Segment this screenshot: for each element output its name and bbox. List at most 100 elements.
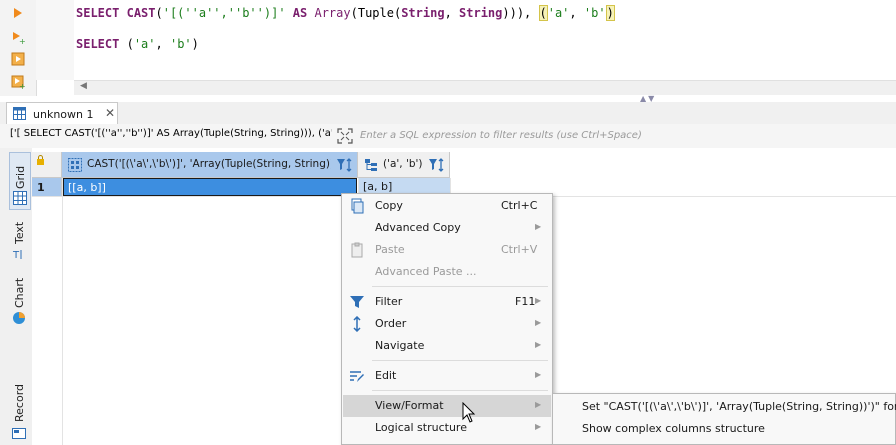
sql-function: CAST xyxy=(126,6,156,20)
sql-punct: ))), xyxy=(502,6,539,20)
submenu-item-show-complex-columns[interactable]: Show complex columns structure xyxy=(554,418,894,440)
mouse-cursor-icon xyxy=(462,402,476,423)
sql-punct: , xyxy=(155,37,170,51)
scroll-left-arrow-icon[interactable]: ◀ xyxy=(80,81,87,91)
execute-script-new-tab-icon[interactable]: + xyxy=(11,75,25,89)
sql-string: 'b' xyxy=(583,6,606,20)
submenu-arrow-icon: ▶ xyxy=(535,222,542,231)
sql-punct: ( xyxy=(155,6,163,20)
column-header-1-label: CAST('[(\'a\',\'b\')]', 'Array(Tuple(Str… xyxy=(87,158,331,170)
sql-keyword: SELECT xyxy=(76,6,120,20)
row-number-label: 1 xyxy=(37,181,45,194)
sql-punct: ) xyxy=(191,37,199,51)
bracket-match-close: ) xyxy=(605,5,615,21)
menu-item-advanced-copy[interactable]: Advanced Copy ▶ xyxy=(343,217,551,239)
column-header-2-label: ('a', 'b') xyxy=(383,158,423,170)
execute-in-new-tab-icon[interactable]: + xyxy=(11,30,25,44)
grid-line xyxy=(62,178,63,445)
side-tab-record[interactable]: Record xyxy=(9,380,31,444)
submenu-item-set-format[interactable]: Set "CAST('[(\'a\',\'b\')]', 'Array(Tupl… xyxy=(554,396,896,418)
svg-text:+: + xyxy=(19,37,25,44)
menu-item-label: Advanced Copy xyxy=(375,221,461,234)
menu-separator xyxy=(372,390,548,391)
menu-item-label: Advanced Paste ... xyxy=(375,265,477,278)
results-tab-bar xyxy=(0,102,896,125)
table-cell[interactable]: [[a, b]] xyxy=(63,178,357,196)
menu-item-order[interactable]: Order ▶ xyxy=(343,313,551,335)
menu-item-shortcut: F11 xyxy=(515,295,536,308)
column-header-2[interactable]: ('a', 'b') xyxy=(358,152,450,178)
row-number-header xyxy=(32,152,62,178)
sql-type: Tuple xyxy=(357,6,394,20)
menu-item-filter[interactable]: Filter F11 ▶ xyxy=(343,291,551,313)
svg-text:T: T xyxy=(12,250,20,261)
sql-line-2[interactable]: SELECT ('a', 'b') xyxy=(76,37,199,51)
menu-separator xyxy=(372,286,548,287)
filter-icon xyxy=(350,296,364,308)
cell-value: [a, b] xyxy=(363,180,393,193)
menu-item-advanced-paste[interactable]: Advanced Paste ... xyxy=(343,261,551,283)
editor-line-margin xyxy=(36,0,74,80)
menu-item-label: Paste xyxy=(375,243,405,256)
editor-toolbar-gutter: + + xyxy=(0,0,37,96)
sql-type: Array xyxy=(314,6,351,20)
column-header-1[interactable]: CAST('[(\'a\',\'b\')]', 'Array(Tuple(Str… xyxy=(62,152,358,178)
menu-item-edit[interactable]: Edit ▶ xyxy=(343,365,551,387)
sql-punct: , xyxy=(444,6,460,20)
sql-punct: , xyxy=(569,6,584,20)
menu-item-navigate[interactable]: Navigate ▶ xyxy=(343,335,551,357)
menu-item-label: View/Format xyxy=(375,399,444,412)
sql-type: String xyxy=(401,6,445,20)
submenu-arrow-icon: ▶ xyxy=(535,340,542,349)
execute-statement-icon[interactable] xyxy=(11,6,25,20)
lock-icon xyxy=(37,155,44,165)
side-tab-record-label: Record xyxy=(13,383,26,422)
sql-line-1[interactable]: SELECT CAST('[(''a'',''b'')]' AS Array(T… xyxy=(76,5,615,21)
menu-item-label: Edit xyxy=(375,369,397,382)
expand-filter-icon[interactable] xyxy=(336,127,354,145)
filter-query-text[interactable]: ['[ SELECT CAST('[(''a'',''b'')]' AS Arr… xyxy=(10,128,332,144)
menu-item-paste[interactable]: Paste Ctrl+V xyxy=(343,239,551,261)
row-number[interactable]: 1 xyxy=(32,178,62,196)
context-menu: Copy Ctrl+C Advanced Copy ▶ Paste Ctrl+V… xyxy=(341,193,553,445)
sort-icon xyxy=(353,316,361,332)
sql-keyword: AS xyxy=(292,6,308,20)
menu-item-label: Logical structure xyxy=(375,421,467,434)
close-tab-icon[interactable]: ✕ xyxy=(105,106,115,120)
submenu-arrow-icon: ▶ xyxy=(535,318,542,327)
column-type-icon xyxy=(68,158,82,172)
side-tab-grid-label: Grid xyxy=(14,165,27,189)
menu-item-logical-structure[interactable]: Logical structure ▶ xyxy=(343,417,551,439)
filter-sort-icon[interactable] xyxy=(336,157,354,173)
filter-input[interactable] xyxy=(356,126,896,144)
filter-sort-icon[interactable] xyxy=(428,157,446,173)
submenu-arrow-icon: ▶ xyxy=(535,296,542,305)
edit-icon xyxy=(350,371,364,382)
side-tab-chart[interactable]: Chart xyxy=(9,278,31,328)
sql-type: String xyxy=(459,6,503,20)
execute-script-icon[interactable] xyxy=(11,52,25,66)
table-icon xyxy=(13,107,26,120)
sql-keyword: SELECT xyxy=(76,37,120,51)
submenu-arrow-icon: ▶ xyxy=(535,422,542,431)
grid-icon xyxy=(13,191,27,205)
submenu-item-label: Set "CAST('[(\'a\',\'b\')]', 'Array(Tupl… xyxy=(582,400,896,413)
sql-string: '[(''a'',''b'')]' xyxy=(162,6,286,20)
cell-value: [[a, b]] xyxy=(68,181,106,194)
sql-string: 'b' xyxy=(169,37,192,51)
menu-item-label: Navigate xyxy=(375,339,425,352)
menu-item-copy[interactable]: Copy Ctrl+C xyxy=(343,195,551,217)
side-tab-text[interactable]: Text T xyxy=(9,218,31,264)
menu-item-label: Order xyxy=(375,317,407,330)
menu-separator xyxy=(372,360,548,361)
results-tab[interactable]: unknown 1 ✕ xyxy=(6,102,118,124)
sql-string: 'a' xyxy=(547,6,570,20)
side-tab-grid[interactable]: Grid xyxy=(9,152,31,210)
view-format-submenu: Set "CAST('[(\'a\',\'b\')]', 'Array(Tupl… xyxy=(552,393,896,445)
menu-item-shortcut: Ctrl+C xyxy=(501,199,538,212)
copy-icon xyxy=(351,198,364,214)
menu-item-view-format[interactable]: View/Format ▶ xyxy=(343,395,551,417)
submenu-arrow-icon: ▶ xyxy=(535,370,542,379)
editor-horizontal-scrollbar[interactable] xyxy=(74,80,896,95)
sql-punct: ( xyxy=(350,6,358,20)
